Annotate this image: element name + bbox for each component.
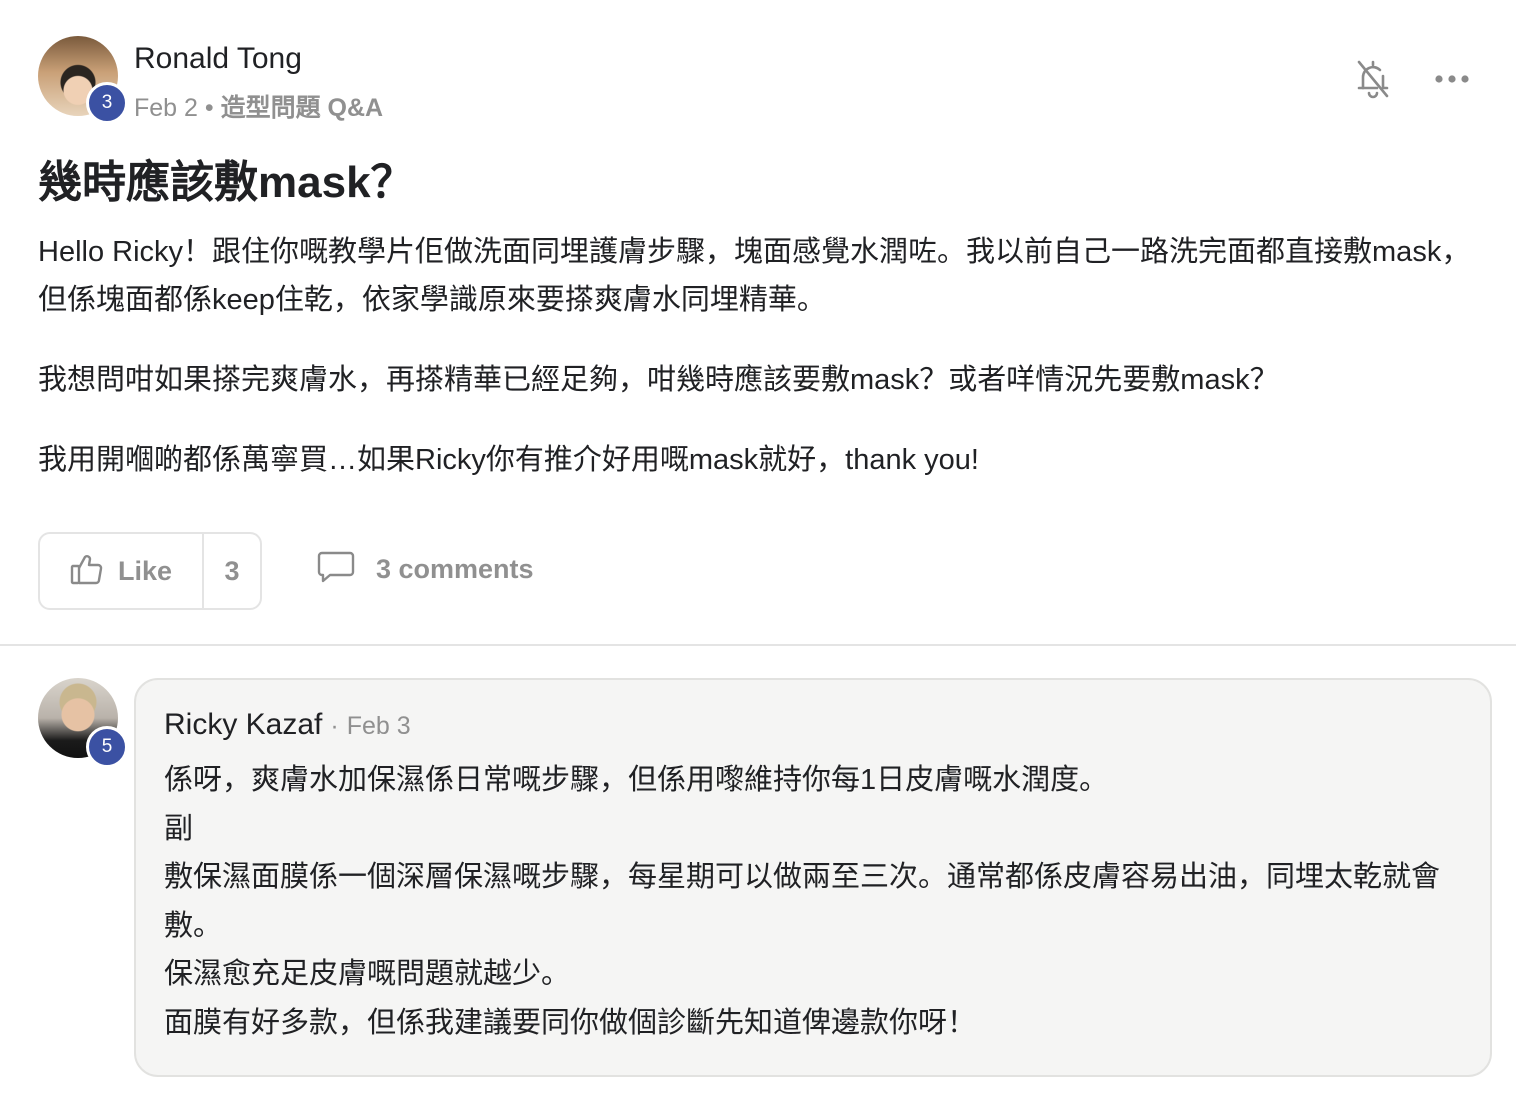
post-category[interactable]: 造型問題 Q&A xyxy=(221,94,384,122)
comment-icon xyxy=(316,550,356,589)
post-title: 幾時應該敷mask？ xyxy=(38,158,415,207)
post-paragraph: 我想問咁如果搽完爽膚水，再搽精華已經足夠，咁幾時應該要敷mask？或者咩情況先要… xyxy=(38,364,1279,396)
comment-body: 係呀，爽膚水加保濕係日常嘅步驟，但係用嚟維持你每1日皮膚嘅水潤度。 副 敷保濕面… xyxy=(164,756,1464,1047)
more-horizontal-icon[interactable] xyxy=(1430,57,1474,101)
comments-count-label: 3 comments xyxy=(376,554,534,584)
post-date: Feb 2 xyxy=(134,94,198,122)
bell-off-icon[interactable] xyxy=(1351,57,1395,101)
comment-line: 保濕愈充足皮膚嘅問題就越少。 xyxy=(164,958,571,990)
comment-date: Feb 3 xyxy=(346,712,411,740)
author-level-badge: 5 xyxy=(86,726,128,768)
post-paragraph: Hello Ricky！跟住你嘅教學片佢做洗面同埋護膚步驟，塊面感覺水潤咗。我以… xyxy=(38,236,1471,316)
comment-line: 面膜有好多款，但係我建議要同你做個診斷先知道俾邊款你呀！ xyxy=(164,1006,977,1039)
comment-line: 係呀，爽膚水加保濕係日常嘅步驟，但係用嚟維持你每1日皮膚嘅水潤度。 xyxy=(164,764,1109,796)
thumbs-up-icon xyxy=(70,553,104,590)
author-level-badge: 3 xyxy=(86,82,128,124)
comment-line: 敷保濕面膜係一個深層保濕嘅步驟，每星期可以做兩至三次。通常都係皮膚容易出油，同埋… xyxy=(164,861,1441,942)
comment-separator: · xyxy=(330,712,339,740)
like-control: Like 3 xyxy=(38,532,262,610)
meta-separator: • xyxy=(204,94,214,122)
comment-bubble: Ricky Kazaf · Feb 3 係呀，爽膚水加保濕係日常嘅步驟，但係用嚟… xyxy=(134,678,1492,1077)
comment-author-name[interactable]: Ricky Kazaf xyxy=(164,708,322,742)
like-label: Like xyxy=(117,555,173,586)
comment-author-avatar[interactable]: 5 xyxy=(38,678,128,768)
post-author-name[interactable]: Ronald Tong xyxy=(134,42,302,76)
like-button[interactable]: Like xyxy=(40,534,202,608)
comments-button[interactable]: 3 comments xyxy=(316,550,534,589)
comment-header: Ricky Kazaf · Feb 3 xyxy=(164,708,411,742)
like-count[interactable]: 3 xyxy=(202,534,260,608)
post-meta: Feb 2 • 造型問題 Q&A xyxy=(134,88,383,124)
section-divider xyxy=(0,644,1516,646)
comment-line: 副 xyxy=(164,812,194,845)
post-author-avatar[interactable]: 3 xyxy=(38,36,128,124)
post-body: Hello Ricky！跟住你嘅教學片佢做洗面同埋護膚步驟，塊面感覺水潤咗。我以… xyxy=(38,228,1488,516)
post-paragraph: 我用開嗰啲都係萬寧買…如果Ricky你有推介好用嘅mask就好，thank yo… xyxy=(38,444,979,476)
